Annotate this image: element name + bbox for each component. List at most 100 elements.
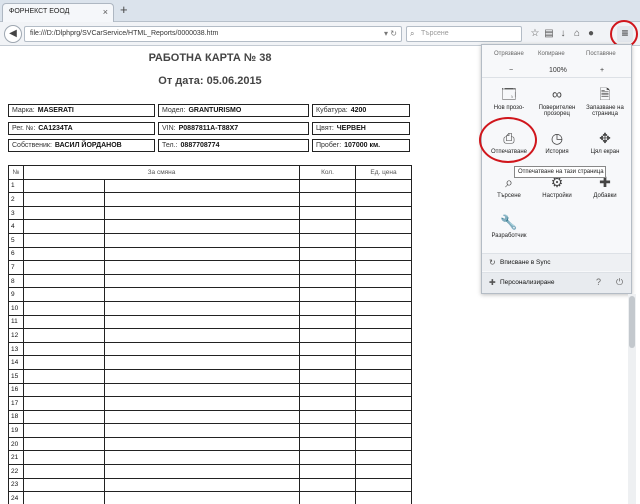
find-button[interactable]: ⌕ Търсене: [485, 173, 533, 217]
info-reg-number: Рег. №: СА1234ТА: [8, 122, 155, 135]
row-cell-a: [23, 436, 105, 452]
row-number: 16: [8, 382, 24, 398]
save-page-button[interactable]: 🗎 Запазване на страница: [581, 85, 629, 129]
table-row: 21: [8, 450, 412, 466]
back-arrow-icon[interactable]: ◀: [4, 25, 22, 43]
paste-button[interactable]: Поставяне: [586, 51, 616, 57]
row-number: 1: [8, 178, 24, 194]
table-row: 16: [8, 382, 412, 398]
col-qty-header: Кол.: [299, 165, 356, 180]
zoom-out-button[interactable]: −: [509, 67, 513, 74]
zoom-controls: − 100% +: [482, 64, 631, 78]
document-date: От дата: 05.06.2015: [158, 75, 262, 87]
table-row: 17: [8, 396, 412, 411]
bookmark-star-icon[interactable]: ☆: [528, 26, 542, 42]
search-input[interactable]: ⌕ Търсене: [406, 26, 522, 42]
home-icon[interactable]: ⌂: [570, 26, 584, 42]
download-icon[interactable]: ↓: [556, 26, 570, 42]
row-number: 24: [8, 491, 24, 504]
row-cell-price: [355, 178, 412, 194]
row-number: 20: [8, 436, 24, 452]
row-cell-b: [104, 246, 300, 262]
row-cell-b: [104, 409, 300, 425]
tab-close-icon[interactable]: ×: [103, 7, 108, 17]
url-bar[interactable]: file:///D:/Dlphprg/SVCarService/HTML_Rep…: [24, 26, 402, 42]
row-cell-b: [104, 205, 300, 221]
parts-table: № За смяна Кол. Ед. цена 1 2 3 4 5 6 7 8 9 10 11 12…: [8, 165, 412, 504]
row-cell-a: [23, 382, 105, 398]
settings-button[interactable]: ⚙ Настройки: [533, 173, 581, 217]
sync-signin-button[interactable]: ↻ Вписване в Sync: [482, 253, 631, 271]
cut-button[interactable]: Отрязване: [494, 51, 524, 57]
table-row: 4: [8, 219, 412, 234]
row-cell-a: [23, 287, 105, 302]
row-cell-qty: [299, 368, 356, 384]
row-cell-b: [104, 178, 300, 194]
scrollbar-thumb[interactable]: [629, 296, 635, 348]
row-cell-price: [355, 477, 412, 493]
row-cell-a: [23, 300, 105, 316]
reading-list-icon[interactable]: ▤: [542, 26, 556, 42]
row-cell-price: [355, 287, 412, 302]
developer-icon: 🔧: [500, 214, 518, 230]
new-tab-icon[interactable]: +: [120, 3, 128, 16]
row-cell-price: [355, 341, 412, 357]
table-body: 1 2 3 4 5 6 7 8 9 10 11 12 13 14 15 16 17 18 19 20 21 22 23 24: [8, 178, 412, 504]
row-cell-b: [104, 436, 300, 452]
history-icon: ◷: [550, 130, 564, 146]
copy-button[interactable]: Копиране: [538, 51, 565, 57]
row-cell-a: [23, 328, 105, 343]
row-cell-a: [23, 396, 105, 411]
row-cell-b: [104, 477, 300, 493]
row-cell-b: [104, 314, 300, 330]
row-number: 9: [8, 287, 24, 302]
developer-button[interactable]: 🔧 Разработчик: [485, 213, 533, 257]
row-cell-b: [104, 450, 300, 466]
row-cell-qty: [299, 205, 356, 221]
private-window-button[interactable]: ∞ Поверителен прозорец: [533, 85, 581, 129]
table-row: 24: [8, 491, 412, 504]
info-make: Марка: MASERATI: [8, 104, 155, 117]
row-cell-a: [23, 232, 105, 248]
row-number: 12: [8, 328, 24, 343]
row-cell-b: [104, 219, 300, 234]
row-number: 2: [8, 192, 24, 207]
info-owner: Собственик: ВАСИЛ ЙОРДАНОВ: [8, 139, 155, 152]
row-cell-price: [355, 328, 412, 343]
url-dropdown-icon[interactable]: ▾ ↻: [384, 29, 397, 38]
zoom-in-button[interactable]: +: [600, 67, 604, 74]
row-number: 18: [8, 409, 24, 425]
zoom-reset-button[interactable]: 100%: [549, 67, 567, 74]
addons-button[interactable]: ✚ Добавки: [581, 173, 629, 217]
customize-bar: ✚ Персонализиране ? ⏻: [482, 272, 631, 293]
row-cell-price: [355, 464, 412, 479]
info-mileage: Пробег: 107000 км.: [312, 139, 410, 152]
row-cell-price: [355, 232, 412, 248]
tab-title: ФОРНЕКСТ ЕООД: [9, 8, 70, 15]
chat-icon[interactable]: ●: [584, 26, 598, 42]
row-cell-a: [23, 260, 105, 275]
row-cell-a: [23, 409, 105, 425]
save-page-icon: 🗎: [599, 86, 611, 102]
table-row: 9: [8, 287, 412, 302]
table-row: 6: [8, 246, 412, 262]
row-number: 6: [8, 246, 24, 262]
table-row: 8: [8, 273, 412, 289]
row-cell-price: [355, 246, 412, 262]
table-header-row: № За смяна Кол. Ед. цена: [8, 165, 412, 180]
browser-tab[interactable]: ФОРНЕКСТ ЕООД ×: [2, 3, 114, 22]
sync-icon: ↻: [489, 258, 496, 267]
row-cell-qty: [299, 314, 356, 330]
customize-button[interactable]: Персонализиране: [500, 279, 555, 286]
table-row: 15: [8, 368, 412, 384]
help-icon[interactable]: ?: [596, 277, 601, 287]
row-cell-price: [355, 396, 412, 411]
table-row: 22: [8, 464, 412, 479]
row-cell-qty: [299, 382, 356, 398]
row-cell-b: [104, 287, 300, 302]
row-cell-a: [23, 450, 105, 466]
quit-icon[interactable]: ⏻: [616, 277, 623, 288]
row-cell-b: [104, 341, 300, 357]
row-cell-qty: [299, 178, 356, 194]
row-cell-b: [104, 273, 300, 289]
